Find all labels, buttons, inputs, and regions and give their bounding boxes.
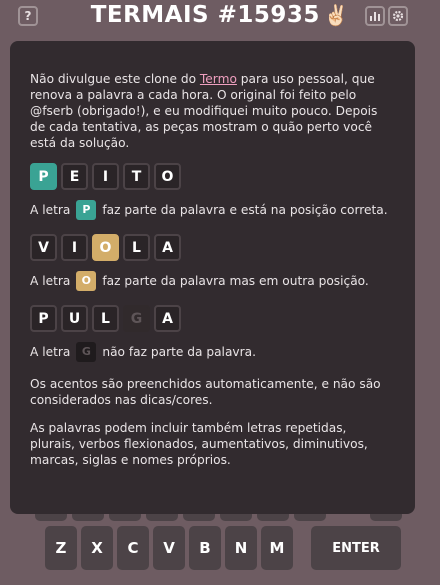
tile: G [123,305,150,332]
intro-text: Não divulgue este clone do Termo para us… [30,71,395,151]
tile: P [30,163,57,190]
highlight-tile-place: O [76,271,97,291]
explain-after: faz parte da palavra e está na posição c… [102,203,388,217]
tile: O [154,163,181,190]
tile: L [92,305,119,332]
accents-note: Os acentos são preenchidos automaticamen… [30,377,381,407]
tile: A [154,305,181,332]
key-m[interactable]: M [261,526,293,570]
key-c[interactable]: C [117,526,149,570]
explain-before: A letra [30,345,71,359]
key-z[interactable]: Z [45,526,77,570]
tile: A [154,234,181,261]
explain-after: faz parte da palavra mas em outra posiçã… [102,274,369,288]
tile: E [61,163,88,190]
words-note: As palavras podem incluir também letras … [30,421,368,467]
tile: V [30,234,57,261]
example-1-explanation: A letra P faz parte da palavra e está na… [30,200,395,220]
key-x[interactable]: X [81,526,113,570]
example-row-3: P U L G A [30,305,395,332]
highlight-tile-wrong: G [76,342,97,362]
intro-before: Não divulgue este clone do [30,72,200,86]
termo-link[interactable]: Termo [200,72,237,86]
key-b[interactable]: B [189,526,221,570]
highlight-tile-right: P [76,200,97,220]
tile: I [61,234,88,261]
key-n[interactable]: N [225,526,257,570]
example-3-explanation: A letra G não faz parte da palavra. [30,342,395,362]
key-v[interactable]: V [153,526,185,570]
explain-before: A letra [30,203,71,217]
explain-after: não faz parte da palavra. [102,345,256,359]
tile: I [92,163,119,190]
example-row-1: P E I T O [30,163,395,190]
tile: P [30,305,57,332]
example-2-explanation: A letra O faz parte da palavra mas em ou… [30,271,395,291]
tile: T [123,163,150,190]
tile: U [61,305,88,332]
enter-key[interactable]: ENTER [311,526,401,570]
help-modal: Não divulgue este clone do Termo para us… [10,41,415,514]
tile: L [123,234,150,261]
tile: O [92,234,119,261]
example-row-2: V I O L A [30,234,395,261]
explain-before: A letra [30,274,71,288]
